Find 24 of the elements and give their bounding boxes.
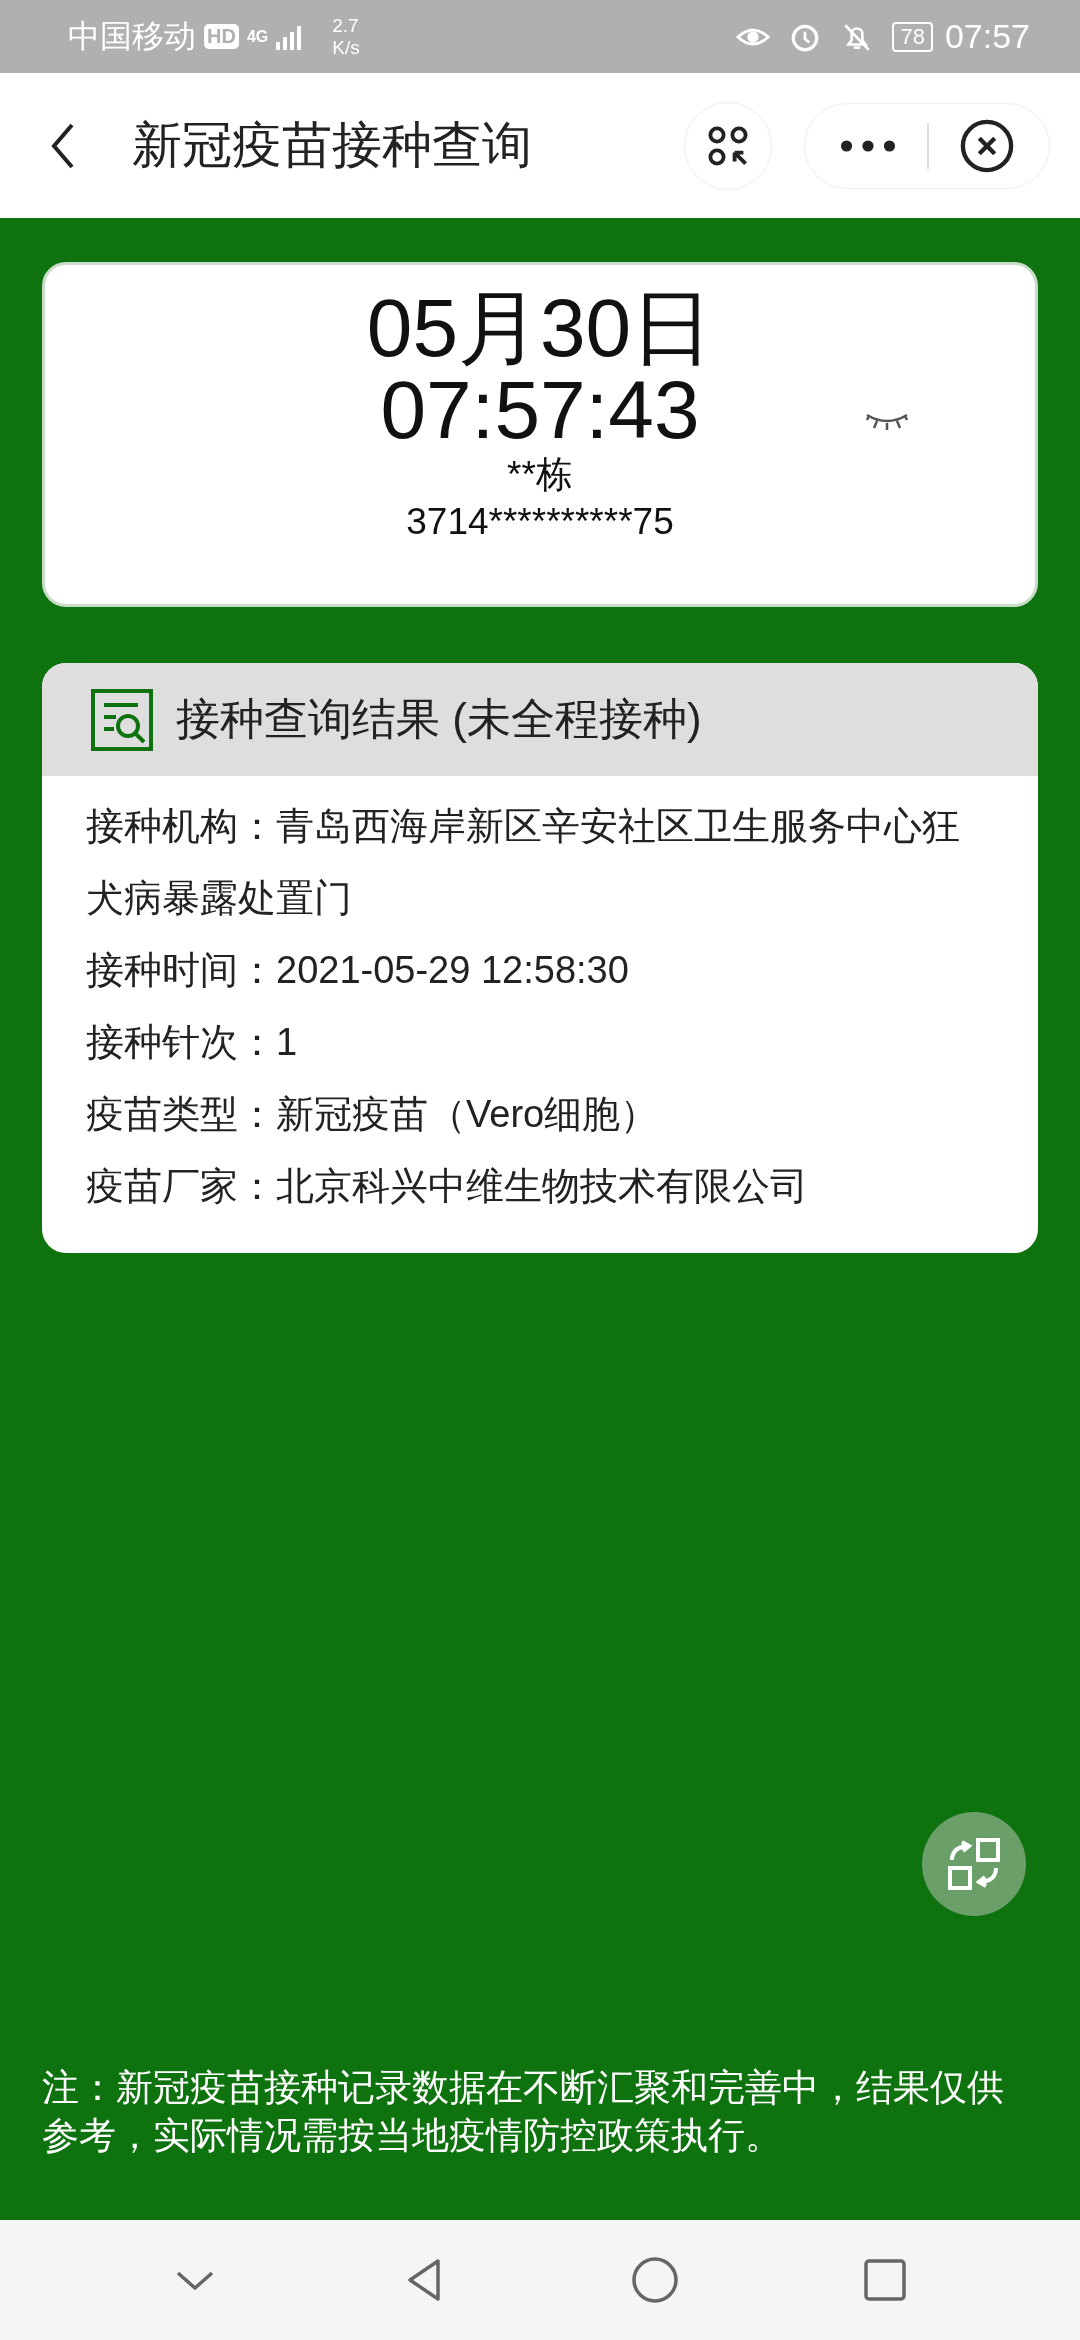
- result-title: 接种查询结果 (未全程接种): [176, 693, 702, 745]
- hd-badge: HD: [204, 24, 239, 49]
- home-icon[interactable]: [630, 2255, 680, 2305]
- network-type: 4G: [246, 27, 269, 46]
- masked-name: **栋: [507, 453, 573, 497]
- battery-level: 78: [892, 21, 933, 52]
- closed-eye-icon[interactable]: [865, 411, 909, 431]
- carrier-name: 中国移动: [68, 16, 196, 56]
- clock-time: 07:57: [944, 17, 1030, 56]
- masked-id-number: 3714**********75: [406, 500, 674, 544]
- record-field: 接种针次：1: [86, 1006, 968, 1078]
- record-field: 接种时间：2021-05-29 12:58:30: [86, 934, 968, 1006]
- record-field: 接种机构：青岛西海岸新区辛安社区卫生服务中心狂犬病暴露处置门: [86, 790, 968, 934]
- close-icon[interactable]: [959, 118, 1014, 173]
- time-text: 07:57:43: [380, 369, 700, 451]
- disclaimer-note: 注：新冠疫苗接种记录数据在不断汇聚和完善中，结果仅供参考，实际情况需按当地疫情防控政策执行。: [42, 2066, 1005, 2158]
- more-icon[interactable]: [840, 138, 897, 153]
- record-field: 疫苗厂家：北京科兴中维生物技术有限公司: [86, 1150, 968, 1222]
- page-title: 新冠疫苗接种查询: [132, 116, 533, 175]
- document-search-icon: [90, 687, 154, 752]
- speed-unit: K/s: [332, 36, 360, 59]
- network-speed: 2.7: [332, 14, 360, 37]
- date-text: 05月30日: [366, 287, 714, 369]
- record-field: 疫苗类型：新冠疫苗（Vero细胞）: [86, 1078, 968, 1150]
